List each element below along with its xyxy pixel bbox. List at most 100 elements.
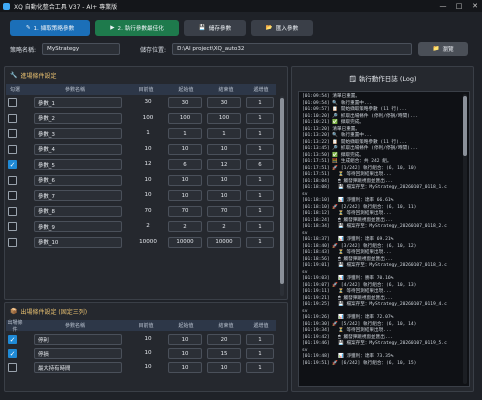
end-value-field[interactable]: 20 [207, 334, 241, 345]
row-checkbox[interactable] [8, 144, 17, 154]
current-value: 30 [144, 99, 152, 105]
log-line: [01:19:51] 🚀 [6/242] 執行組合：(6, 10, 15) [302, 360, 417, 366]
step-value-field[interactable]: 1 [246, 236, 274, 248]
log-textbox[interactable]: [01:09:54] 清單已重置。 [01:09:54] 🔍 執行重置中... [0… [298, 91, 470, 387]
param-name-field[interactable]: 參數_4 [34, 143, 122, 155]
param-name-field[interactable]: 參數_10 [34, 236, 122, 248]
step-value-field[interactable]: 1 [246, 362, 274, 373]
step-value-field[interactable]: 1 [246, 174, 274, 186]
entry-header-row: 勾選 參數名稱 目前值 起始值 結束值 遞增值 [6, 84, 276, 95]
start-value-field[interactable]: 10 [168, 362, 202, 373]
strategy-name-input[interactable]: MyStrategy [42, 43, 121, 55]
row-checkbox[interactable] [8, 237, 17, 247]
end-value-field[interactable]: 12 [207, 159, 241, 170]
step-value-field[interactable]: 6 [246, 159, 274, 170]
param-name-field[interactable]: 參數_5 [34, 159, 122, 170]
start-value-field[interactable]: 30 [168, 97, 202, 108]
save-params-button[interactable]: 💾 儲存參數 [184, 20, 246, 36]
wrench-icon: 🔧 [10, 72, 18, 79]
col-current: 目前值 [138, 87, 154, 93]
row-checkbox[interactable]: ✓ [8, 335, 17, 344]
close-icon[interactable]: ✕ [470, 2, 480, 10]
row-checkbox[interactable]: ✓ [8, 160, 17, 169]
start-value-field[interactable]: 6 [168, 159, 202, 170]
end-value-field[interactable]: 70 [207, 205, 241, 217]
param-name-field[interactable]: 停利 [34, 334, 122, 345]
end-value-field[interactable]: 10 [207, 174, 241, 186]
minimize-icon[interactable]: — [438, 2, 448, 10]
entry-scrollbar-thumb[interactable] [280, 98, 284, 284]
row-checkbox[interactable] [8, 113, 17, 123]
window-title: XQ 自動化整合工具 V37 - AI+ 專業版 [14, 3, 118, 11]
toolbar: ✎ 1. 擷取策略參數 ▶ 2. 執行參數最佳化 💾 儲存參數 📂 匯入參數 [10, 20, 313, 36]
row-checkbox[interactable] [8, 363, 17, 372]
row-checkbox[interactable] [8, 129, 17, 138]
row-checkbox[interactable] [8, 191, 17, 200]
row-checkbox[interactable] [8, 222, 17, 231]
fetch-params-button[interactable]: ✎ 1. 擷取策略參數 [10, 20, 90, 36]
param-name-field[interactable]: 停損 [34, 348, 122, 359]
pencil-icon: ✎ [25, 25, 31, 31]
param-name-field[interactable]: 參數_9 [34, 221, 122, 232]
param-name-field[interactable]: 參數_1 [34, 97, 122, 108]
param-name-field[interactable]: 最大持有時間 [34, 362, 122, 373]
row-checkbox[interactable] [8, 206, 17, 216]
start-value-field[interactable]: 70 [168, 205, 202, 217]
param-name-field[interactable]: 參數_7 [34, 190, 122, 201]
save-path-input[interactable]: D:\AI project\XQ_auto32 [172, 43, 413, 55]
log-line: [01:18:34] 💾 檔案存至：MyStrategy_20260107_01… [302, 224, 447, 229]
browse-button[interactable]: 📁 瀏覽 [418, 42, 469, 56]
strategy-name-label: 策略名稱: [10, 46, 37, 54]
step-value-field[interactable]: 1 [246, 221, 274, 232]
end-value-field[interactable]: 15 [207, 348, 241, 359]
start-value-field[interactable]: 10 [168, 334, 202, 345]
end-value-field[interactable]: 2 [207, 221, 241, 232]
entry-scrollbar[interactable] [280, 96, 284, 296]
row-checkbox[interactable] [8, 98, 17, 107]
current-value: 10000 [139, 238, 157, 245]
exit-section-title: 📦 出場條件設定 (固定三列) [10, 307, 87, 316]
start-value-field[interactable]: 100 [168, 112, 202, 124]
row-checkbox[interactable] [8, 175, 17, 185]
end-value-field[interactable]: 10 [207, 190, 241, 201]
start-value-field[interactable]: 10 [168, 143, 202, 155]
log-line: [01:19:01] 💾 檔案存至：MyStrategy_20260107_01… [302, 263, 447, 268]
start-value-field[interactable]: 10 [168, 348, 202, 359]
param-name-field[interactable]: 參數_6 [34, 174, 122, 186]
end-value-field[interactable]: 10 [207, 143, 241, 155]
strategy-row: 策略名稱: MyStrategy 儲存位置: D:\AI project\XQ_… [10, 42, 472, 56]
end-value-field[interactable]: 10000 [207, 236, 241, 248]
param-name-field[interactable]: 參數_8 [34, 205, 122, 217]
run-optimize-button[interactable]: ▶ 2. 執行參數最佳化 [95, 20, 179, 36]
start-value-field[interactable]: 10 [168, 174, 202, 186]
end-value-field[interactable]: 30 [207, 97, 241, 108]
start-value-field[interactable]: 10000 [168, 236, 202, 248]
start-value-field[interactable]: 1 [168, 128, 202, 139]
step-value-field[interactable]: 1 [246, 190, 274, 201]
current-value: 2 [146, 223, 150, 229]
end-value-field[interactable]: 100 [207, 112, 241, 124]
log-scrollbar[interactable] [463, 94, 467, 384]
col-end: 結束值 [218, 323, 234, 329]
col-start: 起始值 [178, 323, 194, 329]
step-value-field[interactable]: 1 [246, 128, 274, 139]
step-value-field[interactable]: 1 [246, 112, 274, 124]
row-checkbox[interactable]: ✓ [8, 349, 17, 358]
current-value: 100 [142, 114, 154, 121]
step-value-field[interactable]: 1 [246, 143, 274, 155]
param-name-field[interactable]: 參數_2 [34, 112, 122, 124]
step-value-field[interactable]: 1 [246, 97, 274, 108]
import-params-button[interactable]: 📂 匯入參數 [251, 20, 313, 36]
step-value-field[interactable]: 1 [246, 205, 274, 217]
end-value-field[interactable]: 1 [207, 128, 241, 139]
play-icon: ▶ [110, 25, 115, 31]
start-value-field[interactable]: 2 [168, 221, 202, 232]
log-scrollbar-thumb[interactable] [463, 96, 467, 156]
maximize-icon[interactable]: □ [454, 2, 464, 10]
param-name-field[interactable]: 參數_3 [34, 128, 122, 139]
start-value-field[interactable]: 10 [168, 190, 202, 201]
log-panel: 🗒 執行動作日誌 (Log) [01:09:54] 清單已重置。 [01:09:5… [291, 66, 474, 392]
step-value-field[interactable]: 1 [246, 348, 274, 359]
step-value-field[interactable]: 1 [246, 334, 274, 345]
end-value-field[interactable]: 10 [207, 362, 241, 373]
